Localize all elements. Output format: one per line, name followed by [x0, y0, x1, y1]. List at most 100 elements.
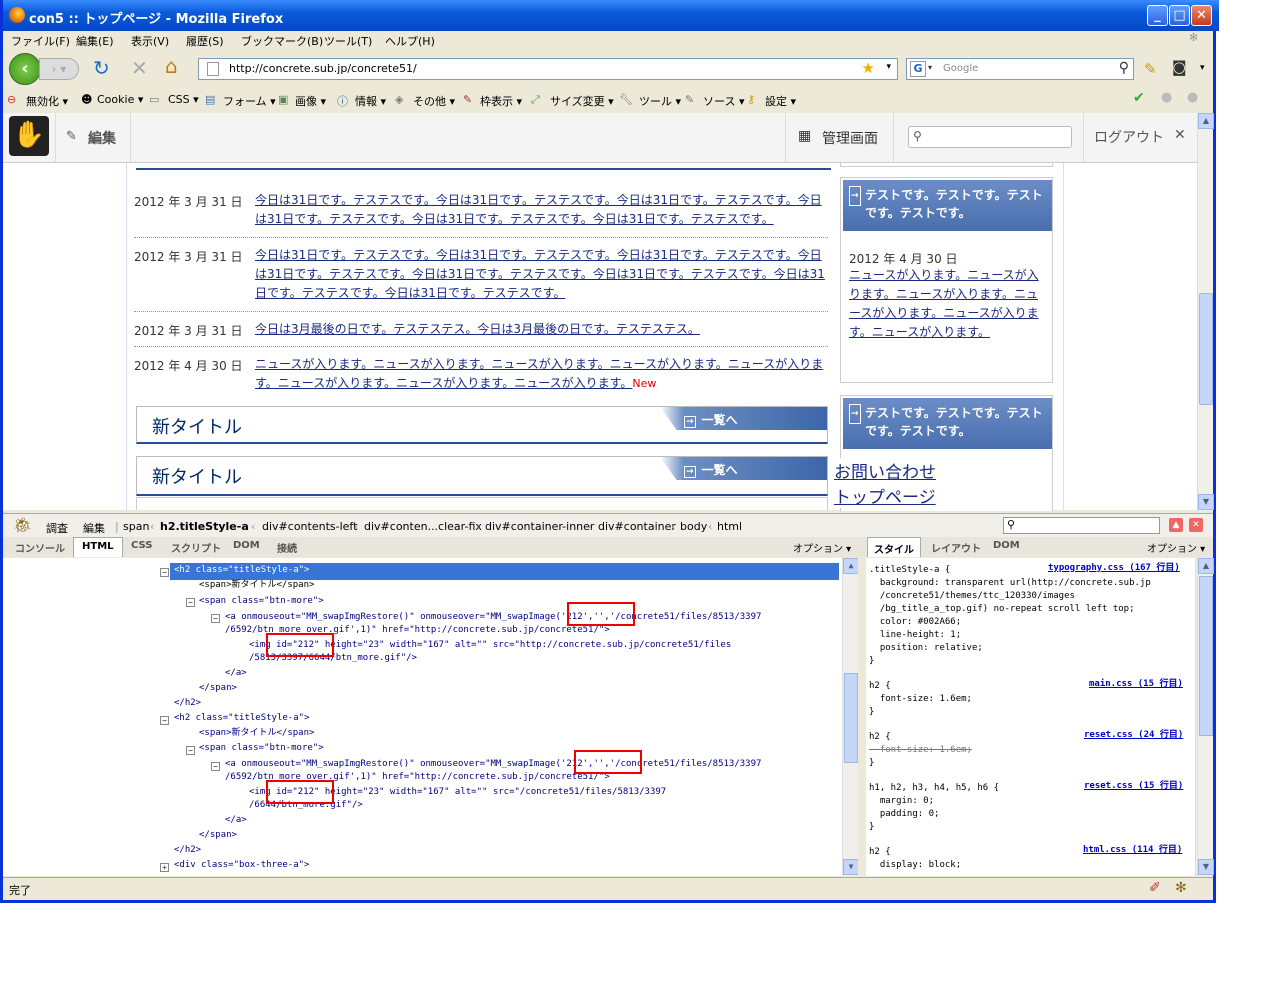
css-line[interactable]: h1, h2, h3, h4, h5, h6 {	[869, 782, 999, 795]
dev-disable[interactable]: 無効化 ▾	[26, 93, 68, 109]
tab-css[interactable]: CSS	[131, 540, 152, 551]
collapse-toggle[interactable]: −	[211, 762, 220, 771]
html-line[interactable]: <span>新タイトル</span>	[199, 579, 314, 591]
breadcrumb-contents-left[interactable]: div#contents-left	[262, 520, 357, 533]
menu-history[interactable]: 履歴(S)	[186, 33, 224, 49]
css-line[interactable]: font-size: 1.6em;	[869, 693, 972, 706]
menu-help[interactable]: ヘルプ(H)	[385, 33, 435, 49]
firebug-status-icon[interactable]: ✻	[1175, 880, 1187, 896]
scroll-thumb[interactable]	[1199, 293, 1213, 405]
dev-css[interactable]: CSS ▾	[168, 93, 199, 106]
concrete5-logo-icon[interactable]: ✋	[9, 116, 49, 156]
menu-view[interactable]: 表示(V)	[131, 33, 169, 49]
collapse-toggle[interactable]: −	[186, 746, 195, 755]
tab-side-dom[interactable]: DOM	[993, 540, 1020, 551]
top-page-link[interactable]: トップページ	[834, 483, 936, 508]
logout-close-icon[interactable]: ✕	[1174, 127, 1186, 143]
more-button[interactable]: → 一覧へ	[660, 407, 827, 430]
menu-bookmarks[interactable]: ブックマーク(B)	[241, 33, 323, 49]
style-options-menu[interactable]: オプション ▾	[1147, 540, 1205, 555]
css-line[interactable]: h2 {	[869, 680, 891, 693]
css-line[interactable]: margin: 0;	[869, 795, 934, 808]
dev-misc[interactable]: その他 ▾	[413, 93, 455, 109]
toolbar-more-icon[interactable]: ▾	[1200, 63, 1205, 73]
tab-script[interactable]: スクリプト	[171, 540, 221, 555]
page-scrollbar[interactable]: ▲ ▼	[1197, 113, 1214, 511]
bookmark-star-icon[interactable]: ★	[862, 59, 875, 77]
collapse-toggle[interactable]: −	[186, 598, 195, 607]
scroll-up-arrow[interactable]: ▲	[843, 558, 858, 574]
menu-tools[interactable]: ツール(T)	[324, 33, 372, 49]
css-line[interactable]: /concrete51/themes/ttc_120330/images	[869, 590, 1075, 603]
url-bar[interactable]: http://concrete.sub.jp/concrete51/ ★ ▾	[198, 58, 898, 80]
dev-form[interactable]: フォーム ▾	[223, 93, 276, 109]
close-firebug-icon[interactable]: ✕	[1189, 518, 1203, 532]
maximize-button[interactable]: □	[1169, 5, 1190, 26]
tab-layout[interactable]: レイアウト	[931, 540, 981, 555]
search-bar[interactable]: G ▾ Google ⚲	[906, 58, 1134, 80]
stop-icon[interactable]: ✕	[131, 56, 148, 80]
scroll-up-arrow[interactable]: ▲	[1198, 113, 1214, 129]
scroll-down-arrow[interactable]: ▼	[1198, 494, 1214, 510]
camera-icon[interactable]: ◙	[1172, 58, 1187, 76]
tab-console[interactable]: コンソール	[15, 540, 65, 555]
breadcrumb-h2[interactable]: h2.titleStyle-a	[160, 520, 249, 533]
css-source-link[interactable]: html.css (114 行目)	[1083, 844, 1182, 857]
more-button[interactable]: → 一覧へ	[660, 457, 827, 480]
minimize-firebug-icon[interactable]: ▲	[1169, 518, 1183, 532]
html-options-menu[interactable]: オプション ▾	[793, 540, 851, 555]
breadcrumb-conten-clearfix[interactable]: div#conten...clear-fix	[364, 520, 482, 533]
news-link[interactable]: ニュースが入ります。ニュースが入ります。ニュースが入ります。ニュースが入ります。…	[255, 357, 823, 390]
menu-edit[interactable]: 編集(E)	[76, 33, 114, 49]
menu-file[interactable]: ファイル(F)	[11, 33, 70, 49]
breadcrumb-body[interactable]: body	[680, 520, 707, 533]
contact-link[interactable]: お問い合わせ	[834, 458, 936, 483]
html-line[interactable]: <span class="btn-more">	[199, 595, 324, 607]
logout-button[interactable]: ログアウト	[1094, 127, 1164, 147]
html-line[interactable]: <a onmouseout="MM_swapImgRestore()" onmo…	[225, 611, 761, 623]
close-button[interactable]: ✕	[1191, 5, 1212, 26]
dev-cookie[interactable]: Cookie ▾	[97, 93, 143, 106]
html-line[interactable]: </span>	[199, 682, 237, 694]
scroll-down-arrow[interactable]: ▼	[843, 859, 858, 875]
news-link[interactable]: 今日は31日です。テステスです。今日は31日です。テステスです。今日は31日です…	[255, 246, 825, 303]
html-panel-scrollbar[interactable]: ▲ ▼	[842, 558, 858, 876]
admin-button[interactable]: 管理画面	[822, 128, 878, 148]
css-line[interactable]: .titleStyle-a {	[869, 564, 950, 577]
firebug-icon[interactable]: 🐞︎	[13, 516, 32, 534]
edit-button[interactable]: 編集	[88, 128, 116, 148]
css-line[interactable]: display: block;	[869, 859, 961, 872]
html-line[interactable]: <h2 class="titleStyle-a">	[174, 564, 309, 576]
inspect-button[interactable]: 調査	[46, 520, 68, 536]
tab-style[interactable]: スタイル	[867, 537, 921, 557]
css-line[interactable]: background: transparent url(http://concr…	[869, 577, 1151, 590]
scroll-up-arrow[interactable]: ▲	[1198, 558, 1214, 574]
dev-settings[interactable]: 設定 ▾	[765, 93, 796, 109]
css-source-link[interactable]: reset.css (15 行目)	[1084, 780, 1183, 793]
html-line[interactable]: </a>	[225, 814, 247, 826]
css-line[interactable]: padding: 0;	[869, 808, 940, 821]
css-line[interactable]: /bg_title_a_top.gif) no-repeat scroll le…	[869, 603, 1135, 616]
site-search-input[interactable]: ⚲	[908, 126, 1072, 148]
dev-resize[interactable]: サイズ変更 ▾	[550, 93, 614, 109]
css-line[interactable]: line-height: 1;	[869, 629, 961, 642]
html-line[interactable]: </a>	[225, 667, 247, 679]
firebug-search-input[interactable]: ⚲	[1003, 517, 1160, 534]
breadcrumb-span[interactable]: span	[123, 520, 149, 533]
collapse-toggle[interactable]: −	[160, 716, 169, 725]
search-icon[interactable]: ⚲	[1119, 60, 1129, 76]
dev-info[interactable]: 情報 ▾	[355, 93, 386, 109]
reload-icon[interactable]: ↻	[93, 56, 110, 80]
html-line[interactable]: <h2 class="titleStyle-a">	[174, 712, 309, 724]
breadcrumb-html[interactable]: html	[717, 520, 742, 533]
news-link[interactable]: 今日は31日です。テステスです。今日は31日です。テステスです。今日は31日です…	[255, 191, 825, 229]
minimize-button[interactable]: _	[1147, 5, 1168, 26]
tab-html[interactable]: HTML	[73, 537, 123, 557]
dev-outline[interactable]: 枠表示 ▾	[480, 93, 522, 109]
style-panel-scrollbar[interactable]: ▲ ▼	[1197, 558, 1214, 876]
dev-source[interactable]: ソース ▾	[703, 93, 744, 109]
scroll-down-arrow[interactable]: ▼	[1198, 859, 1214, 875]
css-line[interactable]: h2 {	[869, 731, 891, 744]
expand-toggle[interactable]: +	[160, 863, 169, 872]
news-link[interactable]: 今日は3月最後の日です。テステステス。今日は3月最後の日です。テステステス。	[255, 320, 825, 339]
